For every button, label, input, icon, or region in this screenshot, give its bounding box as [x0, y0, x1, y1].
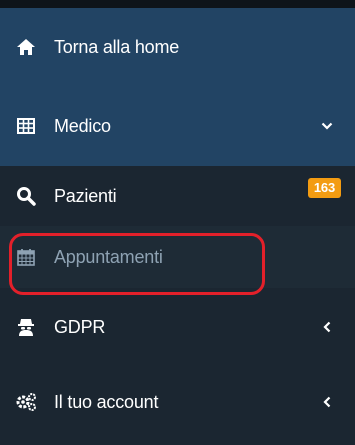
home-icon — [14, 36, 38, 58]
chevron-left-icon — [319, 394, 335, 410]
table-icon — [14, 115, 38, 137]
sidebar-item-gdpr[interactable]: GDPR — [0, 288, 355, 366]
sidebar-item-appuntamenti[interactable]: Appuntamenti — [0, 226, 355, 288]
chevron-left-icon — [319, 319, 335, 335]
patient-count-badge: 163 — [307, 178, 341, 198]
sidebar-item-label: GDPR — [54, 316, 106, 337]
sidebar-item-label: Appuntamenti — [54, 246, 163, 267]
sidebar-item-account[interactable]: Il tuo account — [0, 366, 355, 438]
sidebar-item-label: Torna alla home — [54, 36, 180, 57]
chevron-down-icon — [319, 118, 335, 134]
sidebar-item-label: Medico — [54, 115, 111, 136]
sidebar-item-label: Il tuo account — [54, 391, 159, 412]
search-icon — [14, 185, 38, 207]
sidebar-item-pazienti[interactable]: Pazienti 163 — [0, 166, 355, 226]
sidebar-item-medico[interactable]: Medico — [0, 86, 355, 166]
top-strip — [0, 0, 355, 8]
user-secret-icon — [14, 316, 38, 338]
sidebar-item-home[interactable]: Torna alla home — [0, 8, 355, 86]
gears-icon — [14, 391, 38, 413]
calendar-icon — [14, 246, 38, 268]
